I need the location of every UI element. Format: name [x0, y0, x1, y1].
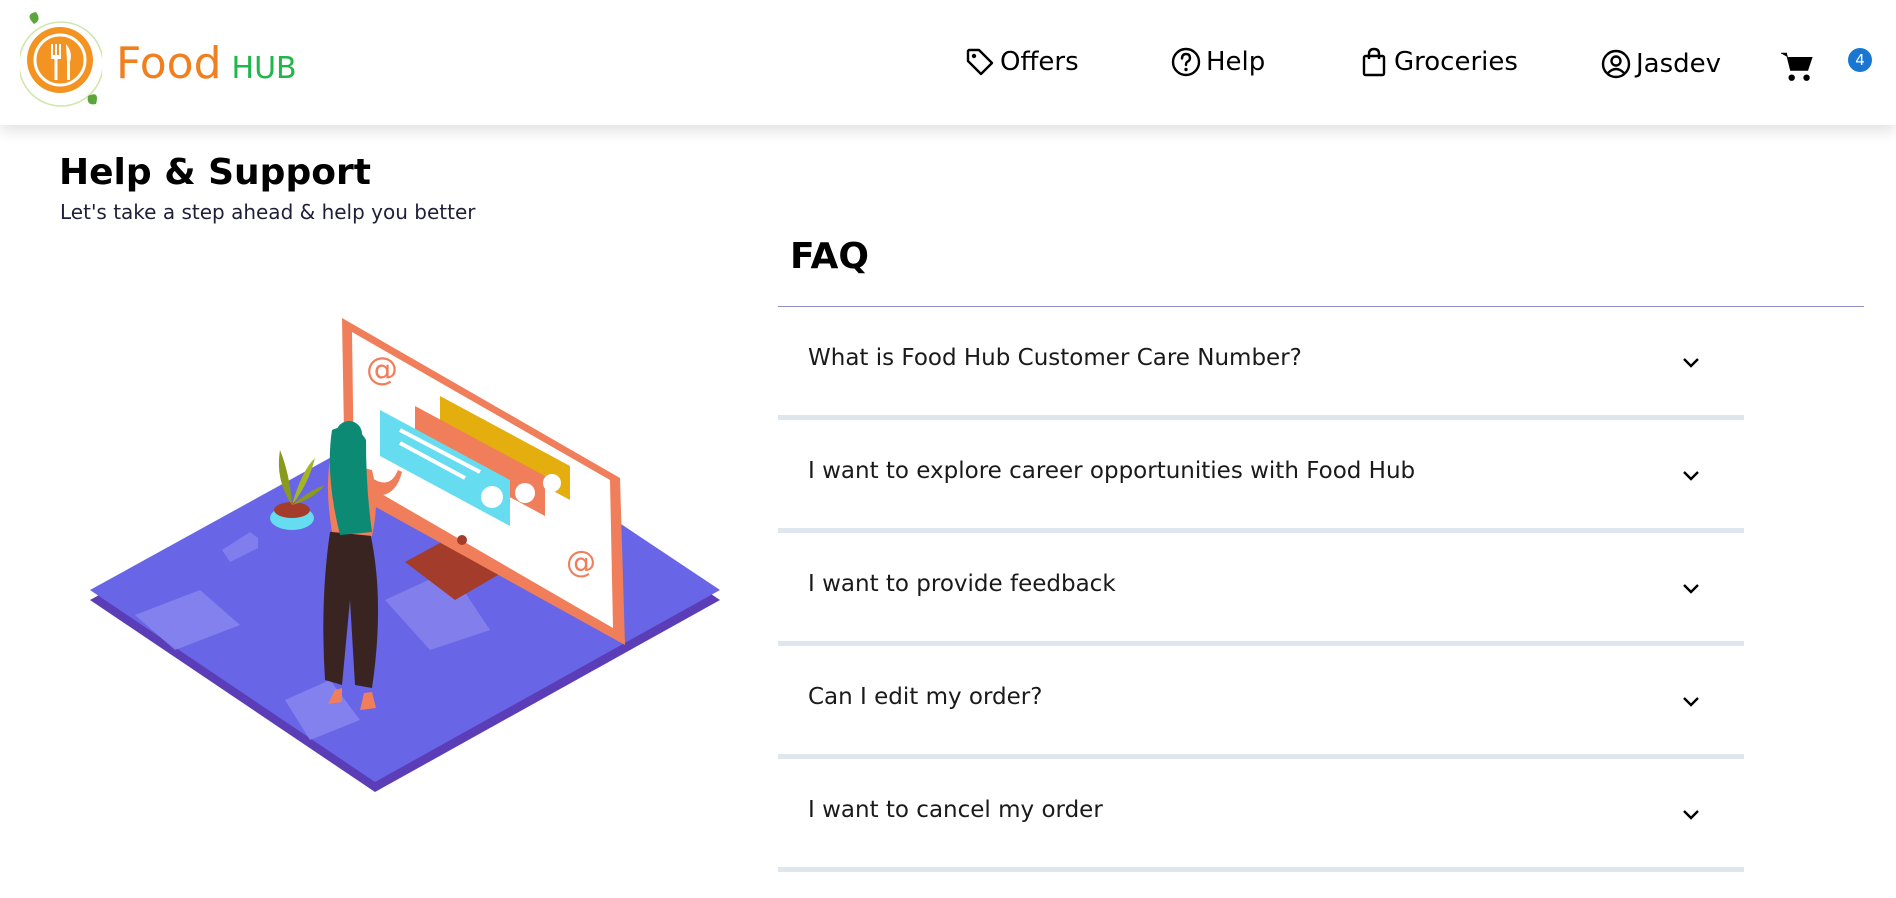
faq-question: I want to cancel my order [808, 797, 1103, 823]
nav-cart[interactable] [1780, 44, 1814, 88]
faq-question: Can I edit my order? [808, 684, 1043, 710]
nav-account[interactable]: Jasdev [1600, 42, 1721, 86]
chevron-down-icon[interactable] [1678, 689, 1704, 715]
at-symbol: @ [366, 350, 398, 388]
nav-offers-label: Offers [1000, 47, 1079, 77]
faq-list: What is Food Hub Customer Care Number? I… [778, 307, 1744, 872]
chevron-down-icon[interactable] [1678, 802, 1704, 828]
help-circle-icon [1171, 47, 1201, 77]
site-header: Food HUB Offers Help Groceries Jasdev 4 [0, 0, 1896, 125]
faq-heading: FAQ [790, 236, 869, 277]
chevron-down-icon[interactable] [1678, 350, 1704, 376]
faq-item[interactable]: I want to provide feedback [778, 533, 1744, 646]
chevron-down-icon[interactable] [1678, 576, 1704, 602]
nav-help[interactable]: Help [1170, 40, 1265, 84]
nav-groceries[interactable]: Groceries [1358, 40, 1518, 84]
user-circle-icon [1601, 49, 1631, 79]
nav-help-label: Help [1206, 47, 1266, 77]
faq-question: I want to provide feedback [808, 571, 1116, 597]
food-hub-logo[interactable] [20, 12, 102, 110]
cart-count-badge: 4 [1848, 48, 1872, 72]
at-symbol: @ [566, 545, 596, 580]
brand-name-primary: Food [116, 38, 222, 89]
support-illustration: @ @ [90, 318, 720, 792]
chevron-down-icon[interactable] [1678, 463, 1704, 489]
faq-question: I want to explore career opportunities w… [808, 458, 1416, 484]
faq-question: What is Food Hub Customer Care Number? [808, 345, 1302, 371]
page-title: Help & Support [59, 152, 371, 193]
faq-item[interactable]: I want to explore career opportunities w… [778, 420, 1744, 533]
faq-item[interactable]: Can I edit my order? [778, 646, 1744, 759]
brand-name-secondary: HUB [231, 51, 297, 86]
shopping-bag-icon [1362, 47, 1386, 77]
faq-item[interactable]: What is Food Hub Customer Care Number? [778, 307, 1744, 420]
tag-icon [966, 48, 994, 76]
nav-groceries-label: Groceries [1394, 47, 1518, 77]
nav-account-label: Jasdev [1636, 49, 1722, 79]
brand-name[interactable]: Food HUB [116, 38, 297, 89]
cart-icon [1781, 52, 1813, 81]
page-subtitle: Let's take a step ahead & help you bette… [60, 200, 476, 224]
faq-item[interactable]: I want to cancel my order [778, 759, 1744, 872]
nav-offers[interactable]: Offers [964, 40, 1079, 84]
